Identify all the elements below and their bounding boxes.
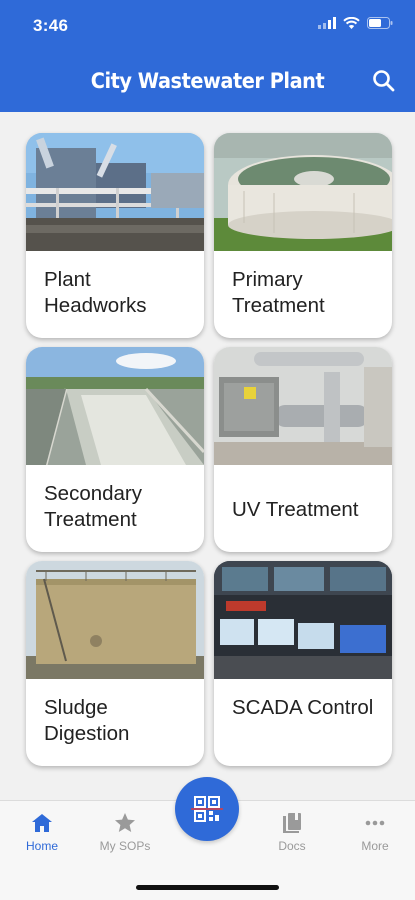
card-label: Plant Headworks <box>44 268 147 317</box>
aeration-basin-photo <box>26 347 204 465</box>
card-secondary-treatment[interactable]: Secondary Treatment <box>26 347 204 552</box>
card-primary-treatment[interactable]: Primary Treatment <box>214 133 392 338</box>
wifi-icon <box>343 17 360 29</box>
scan-qr-button[interactable] <box>175 777 239 841</box>
app-header: 3:46 City Wastewater Plant <box>0 0 415 112</box>
card-label: Primary Treatment <box>232 268 325 317</box>
search-icon <box>373 70 395 92</box>
tab-my-sops[interactable]: My SOPs <box>90 811 160 853</box>
cellular-signal-icon <box>318 17 336 29</box>
card-uv-treatment[interactable]: UV Treatment <box>214 347 392 552</box>
digester-tank-photo <box>26 561 204 679</box>
headworks-photo <box>26 133 204 251</box>
card-label: SCADA Control <box>232 696 374 719</box>
card-scada-control[interactable]: SCADA Control <box>214 561 392 766</box>
clarifier-photo <box>214 133 392 251</box>
tab-docs[interactable]: Docs <box>257 811 327 853</box>
docs-icon <box>283 813 301 833</box>
more-icon <box>365 820 385 826</box>
battery-icon <box>367 17 393 29</box>
status-icons <box>318 17 393 29</box>
home-indicator <box>136 885 279 890</box>
card-sludge-digestion[interactable]: Sludge Digestion <box>26 561 204 766</box>
qr-scan-icon <box>191 796 223 822</box>
status-time: 3:46 <box>33 16 69 35</box>
card-label: UV Treatment <box>232 498 359 521</box>
tab-label: My SOPs <box>99 839 151 853</box>
tab-label: Docs <box>278 839 306 853</box>
card-label: Secondary Treatment <box>44 482 143 531</box>
home-icon <box>32 814 52 832</box>
card-plant-headworks[interactable]: Plant Headworks <box>26 133 204 338</box>
page-title: City Wastewater Plant <box>90 69 325 93</box>
card-label: Sludge Digestion <box>44 696 130 745</box>
tab-label: More <box>361 839 389 853</box>
status-bar: 3:46 <box>0 0 415 50</box>
search-button[interactable] <box>371 68 397 94</box>
tab-more[interactable]: More <box>340 811 410 853</box>
tab-label: Home <box>25 839 58 853</box>
control-room-photo <box>214 561 392 679</box>
star-icon <box>115 813 135 832</box>
tab-home[interactable]: Home <box>7 811 77 853</box>
uv-equipment-photo <box>214 347 392 465</box>
